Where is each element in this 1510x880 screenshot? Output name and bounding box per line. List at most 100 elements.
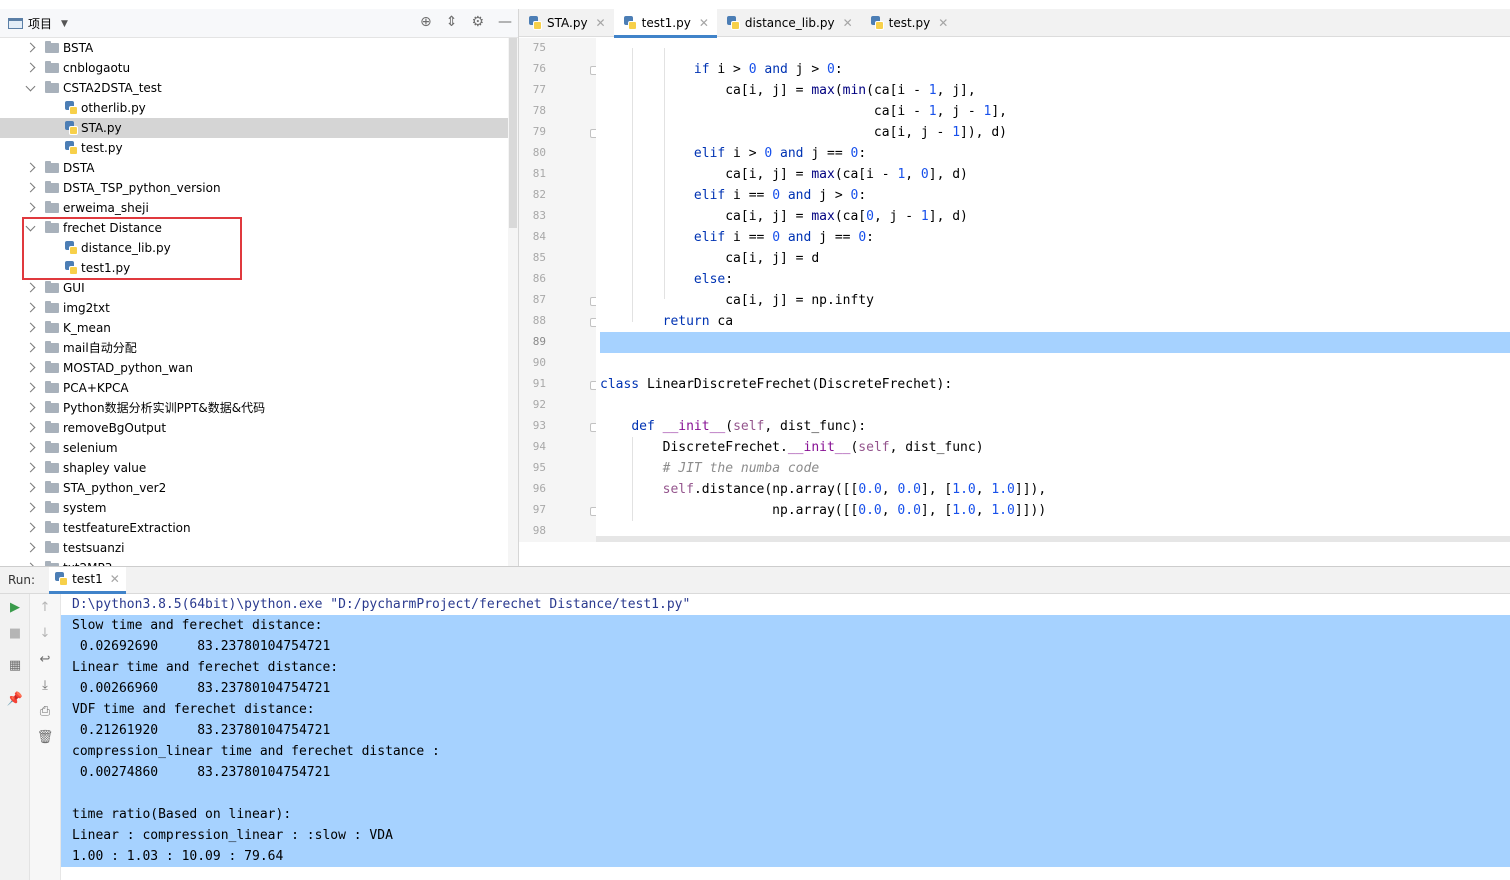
- tree-scrollbar-thumb[interactable]: [509, 38, 517, 228]
- tree-item-label: mail自动分配: [63, 341, 137, 355]
- python-file-icon: [529, 16, 542, 30]
- editor-horizontal-scrollbar[interactable]: [596, 536, 1510, 542]
- chevron-right-icon[interactable]: [25, 162, 36, 173]
- tree-folder[interactable]: testsuanzi: [0, 538, 508, 558]
- tree-folder[interactable]: PCA+KPCA: [0, 378, 508, 398]
- folder-icon: [45, 441, 59, 453]
- chevron-right-icon[interactable]: [25, 422, 36, 433]
- console-line: 1.00 : 1.03 : 10.09 : 79.64: [72, 849, 284, 864]
- code-line: class LinearDiscreteFrechet(DiscreteFrec…: [600, 377, 953, 392]
- folder-icon: [45, 421, 59, 433]
- python-file-icon: [623, 16, 637, 30]
- tree-folder[interactable]: shapley value: [0, 458, 508, 478]
- tree-file[interactable]: otherlib.py: [0, 98, 508, 118]
- print-icon[interactable]: ⎙: [30, 704, 60, 719]
- tree-item-label: testfeatureExtraction: [63, 521, 191, 535]
- tree-folder[interactable]: erweima_sheji: [0, 198, 508, 218]
- tree-folder[interactable]: system: [0, 498, 508, 518]
- tree-folder[interactable]: GUI: [0, 278, 508, 298]
- console-line: Slow time and ferechet distance:: [72, 618, 323, 633]
- layout-icon[interactable]: ▦: [0, 658, 30, 673]
- chevron-right-icon[interactable]: [25, 282, 36, 293]
- close-icon[interactable]: ✕: [110, 572, 120, 586]
- chevron-right-icon[interactable]: [25, 62, 36, 73]
- locate-icon[interactable]: ⊕: [420, 14, 432, 30]
- close-icon[interactable]: ✕: [699, 16, 709, 30]
- chevron-right-icon[interactable]: [25, 502, 36, 513]
- line-number: 97: [532, 503, 546, 516]
- chevron-right-icon[interactable]: [25, 402, 36, 413]
- line-number: 92: [532, 398, 546, 411]
- folder-icon: [45, 461, 59, 473]
- collapse-all-icon[interactable]: ⇕: [446, 14, 458, 30]
- editor-tab[interactable]: test.py ✕: [861, 9, 957, 37]
- editor-tab[interactable]: STA.py ✕: [519, 9, 614, 37]
- minimize-icon[interactable]: —: [498, 14, 512, 30]
- tree-folder[interactable]: BSTA: [0, 38, 508, 58]
- chevron-right-icon[interactable]: [25, 302, 36, 313]
- trash-icon[interactable]: 🗑: [30, 730, 60, 745]
- stop-icon[interactable]: ■: [0, 626, 30, 641]
- code-line: elif i == 0 and j > 0:: [693, 188, 867, 203]
- chevron-right-icon[interactable]: [25, 42, 36, 53]
- tree-folder[interactable]: DSTA_TSP_python_version: [0, 178, 508, 198]
- pin-icon[interactable]: 📌: [0, 692, 30, 707]
- close-icon[interactable]: ✕: [596, 16, 606, 30]
- tab-label: STA.py: [547, 16, 588, 30]
- up-arrow-icon[interactable]: ↑: [30, 600, 60, 615]
- tree-folder[interactable]: testfeatureExtraction: [0, 518, 508, 538]
- rerun-icon[interactable]: ▶: [0, 600, 30, 615]
- chevron-right-icon[interactable]: [25, 442, 36, 453]
- chevron-down-icon[interactable]: [25, 81, 36, 92]
- code-editor[interactable]: if i > 0 and j > 0: ca[i, j] = max(min(c…: [596, 38, 1510, 542]
- tree-folder[interactable]: cnblogaotu: [0, 58, 508, 78]
- chevron-right-icon[interactable]: [25, 522, 36, 533]
- close-icon[interactable]: ✕: [843, 16, 853, 30]
- chevron-right-icon[interactable]: [25, 542, 36, 553]
- tree-folder[interactable]: CSTA2DSTA_test: [0, 78, 508, 98]
- chevron-right-icon[interactable]: [25, 322, 36, 333]
- tree-item-label: PCA+KPCA: [63, 381, 129, 395]
- line-number: 77: [532, 83, 546, 96]
- gear-icon[interactable]: ⚙: [471, 14, 484, 30]
- chevron-right-icon[interactable]: [25, 182, 36, 193]
- code-line: ca[i, j] = max(ca[i - 1, 0], d): [600, 167, 968, 182]
- tree-folder[interactable]: img2txt: [0, 298, 508, 318]
- tree-file[interactable]: test.py: [0, 138, 508, 158]
- tree-folder[interactable]: Python数据分析实训PPT&数据&代码: [0, 398, 508, 418]
- tree-folder[interactable]: K_mean: [0, 318, 508, 338]
- tree-folder[interactable]: MOSTAD_python_wan: [0, 358, 508, 378]
- code-line: np.array([[0.0, 0.0], [1.0, 1.0]])): [600, 503, 1047, 518]
- run-console[interactable]: D:\python3.8.5(64bit)\python.exe "D:/pyc…: [61, 594, 1510, 880]
- chevron-right-icon[interactable]: [25, 202, 36, 213]
- tree-folder[interactable]: STA_python_ver2: [0, 478, 508, 498]
- tree-folder[interactable]: removeBgOutput: [0, 418, 508, 438]
- code-line: DiscreteFrechet.__init__(self, dist_func…: [600, 440, 984, 455]
- chevron-right-icon[interactable]: [25, 482, 36, 493]
- tree-folder[interactable]: txt2MP3: [0, 558, 508, 566]
- editor-tab[interactable]: test1.py ✕: [613, 9, 718, 38]
- chevron-right-icon[interactable]: [25, 342, 36, 353]
- code-line: elif i > 0 and j == 0:: [693, 146, 867, 161]
- code-line: def __init__(self, dist_func):: [631, 419, 867, 434]
- down-arrow-icon[interactable]: ↓: [30, 626, 60, 641]
- chevron-right-icon[interactable]: [25, 382, 36, 393]
- run-tool-bar: Run: test1 ✕: [0, 566, 1510, 594]
- chevron-right-icon[interactable]: [25, 462, 36, 473]
- project-view-selector[interactable]: 项目 ▼: [8, 15, 68, 32]
- tree-scrollbar[interactable]: [508, 38, 518, 566]
- editor-tab[interactable]: distance_lib.py ✕: [717, 9, 861, 37]
- tree-item-label: selenium: [63, 441, 118, 455]
- tree-folder[interactable]: selenium: [0, 438, 508, 458]
- line-number: 89: [532, 335, 546, 348]
- tree-folder[interactable]: mail自动分配: [0, 338, 508, 358]
- chevron-down-icon[interactable]: ▼: [61, 19, 68, 29]
- close-icon[interactable]: ✕: [938, 16, 948, 30]
- run-tab[interactable]: test1 ✕: [49, 566, 126, 594]
- soft-wrap-icon[interactable]: ↩: [30, 652, 60, 667]
- chevron-right-icon[interactable]: [25, 362, 36, 373]
- tree-folder[interactable]: DSTA: [0, 158, 508, 178]
- scroll-to-end-icon[interactable]: ⤓: [30, 678, 60, 693]
- current-line-highlight: [600, 332, 1510, 353]
- tree-file[interactable]: STA.py: [0, 118, 508, 138]
